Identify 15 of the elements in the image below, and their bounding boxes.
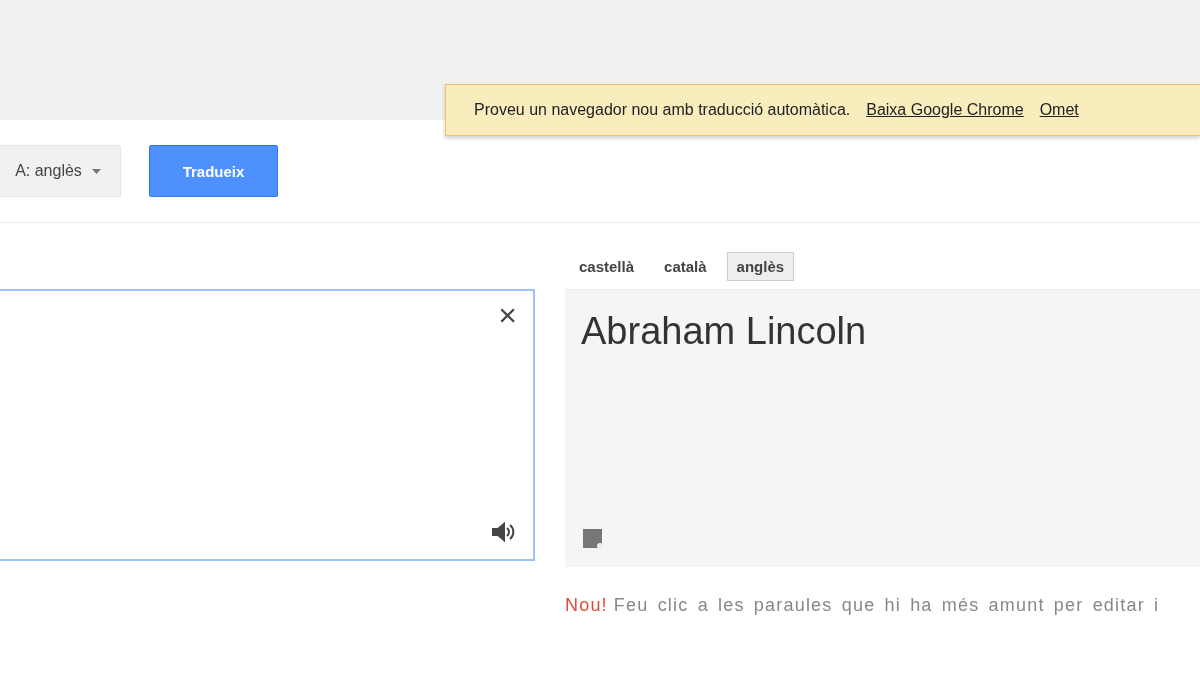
caret-icon — [91, 168, 101, 174]
new-label: Nou! — [565, 595, 608, 616]
notice-link[interactable]: Baixa Google Chrome — [866, 101, 1024, 119]
speaker-icon[interactable] — [491, 521, 517, 543]
target-language-dropdown[interactable]: A: anglès — [0, 145, 121, 197]
translation-text: Abraham Lincoln — [581, 310, 868, 353]
notice-link[interactable]: Omet — [1039, 101, 1079, 119]
source-text-field[interactable]: × — [0, 289, 535, 561]
language-tab[interactable]: anglès — [726, 251, 795, 281]
notice-message: Proveu un navegador nou amb traducció automàtica. — [474, 101, 851, 119]
language-tab[interactable]: català — [654, 251, 717, 281]
language-tab[interactable]: castellà — [569, 251, 645, 281]
tip-text: Feu clic a les paraules que hi ha més amunt per editar i — [613, 595, 1160, 616]
close-icon[interactable]: × — [498, 299, 517, 331]
document-icon[interactable] — [581, 527, 605, 551]
